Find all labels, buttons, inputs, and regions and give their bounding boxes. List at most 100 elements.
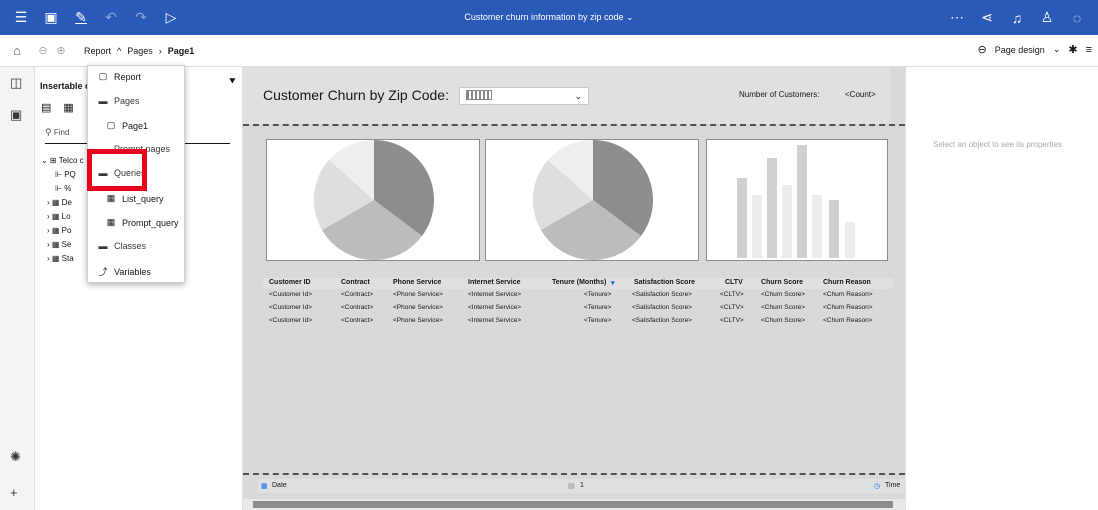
- help-icon[interactable]: ◌: [1068, 10, 1086, 26]
- menu-item-variables[interactable]: ⤴ Variables: [98, 265, 150, 278]
- redo-icon[interactable]: ↷: [132, 9, 150, 26]
- table-cell[interactable]: <Customer Id>: [269, 291, 312, 298]
- table-cell[interactable]: <Satisfaction Score>: [632, 304, 692, 311]
- user-icon[interactable]: ♙: [1038, 9, 1056, 26]
- footer-time[interactable]: Time: [885, 482, 900, 489]
- tree-item[interactable]: ⊩ %: [41, 182, 84, 196]
- breadcrumb-report[interactable]: Report: [84, 46, 111, 56]
- tab-toolbox-icon[interactable]: ▦: [63, 101, 73, 114]
- table-cell[interactable]: <Satisfaction Score>: [632, 317, 692, 324]
- table-cell[interactable]: <Contract>: [341, 304, 373, 311]
- zip-code-select[interactable]: ⌄: [459, 87, 589, 105]
- lock-icon[interactable]: ⊖: [978, 43, 987, 56]
- chevron-up-icon[interactable]: ^: [117, 46, 121, 56]
- table-cell[interactable]: <Phone Service>: [393, 304, 443, 311]
- tree-item[interactable]: ⌄ ⊞ Telco c: [41, 154, 84, 168]
- pie-chart-1[interactable]: [266, 139, 480, 261]
- table-cell[interactable]: <Tenure>: [584, 304, 611, 311]
- table-cell[interactable]: <Churn Reason>: [823, 317, 873, 324]
- table-cell[interactable]: <Internet Service>: [468, 304, 521, 311]
- table-cell[interactable]: <Churn Reason>: [823, 291, 873, 298]
- report-title-text[interactable]: Customer churn information by zip code: [464, 12, 623, 22]
- tree-item[interactable]: › ▦ De: [41, 196, 84, 210]
- column-header[interactable]: Customer ID: [269, 279, 311, 286]
- chevron-down-icon[interactable]: ⌄: [1053, 44, 1061, 55]
- home-icon[interactable]: ⌂: [8, 43, 26, 58]
- more-icon[interactable]: ⋯: [948, 9, 966, 26]
- page-design-dropdown[interactable]: Page design: [995, 45, 1045, 55]
- pie-chart-2[interactable]: [485, 139, 699, 261]
- count-placeholder[interactable]: <Count>: [845, 90, 876, 99]
- table-cell[interactable]: <CLTV>: [720, 304, 744, 311]
- table-cell[interactable]: <Contract>: [341, 317, 373, 324]
- panel-icon[interactable]: ◫: [10, 75, 22, 91]
- tree-item[interactable]: › ▦ Lo: [41, 210, 84, 224]
- undo-icon[interactable]: ↶: [102, 9, 120, 26]
- table-cell[interactable]: <Tenure>: [584, 317, 611, 324]
- tree-item[interactable]: › ▦ Se: [41, 238, 84, 252]
- tree-item[interactable]: › ▦ Sta: [41, 252, 84, 266]
- table-cell[interactable]: <Churn Score>: [761, 304, 805, 311]
- menu-item-pages[interactable]: ▬ Pages: [98, 96, 140, 106]
- tree-item[interactable]: › ▦ Po: [41, 224, 84, 238]
- tree-item[interactable]: ⊩ PQ: [41, 168, 84, 182]
- menu-item-list-query[interactable]: ▦ List_query: [106, 193, 164, 204]
- lightbulb-icon[interactable]: ✺: [10, 449, 21, 465]
- table-cell[interactable]: <Phone Service>: [393, 317, 443, 324]
- menu-item-classes[interactable]: ▬ Classes: [98, 241, 147, 251]
- column-header[interactable]: Churn Score: [761, 279, 803, 286]
- table-cell[interactable]: <Tenure>: [584, 291, 611, 298]
- sort-desc-icon[interactable]: ▾: [611, 279, 615, 287]
- save-icon[interactable]: ▣: [42, 9, 60, 26]
- chevron-down-icon[interactable]: ⌄: [626, 12, 634, 22]
- table-cell[interactable]: <Internet Service>: [468, 317, 521, 324]
- table-cell[interactable]: <Customer Id>: [269, 317, 312, 324]
- scrollbar-thumb[interactable]: [253, 501, 893, 508]
- column-header[interactable]: Satisfaction Score: [634, 279, 695, 286]
- data-icon[interactable]: ▣: [10, 107, 22, 123]
- table-cell[interactable]: <Churn Score>: [761, 317, 805, 324]
- tab-source-icon[interactable]: ▤: [41, 101, 51, 114]
- page-footer[interactable]: ▦ Date ▤ 1 ◷ Time: [258, 479, 905, 493]
- table-cell[interactable]: <CLTV>: [720, 317, 744, 324]
- table-cell[interactable]: <Contract>: [341, 291, 373, 298]
- column-header[interactable]: Contract: [341, 279, 370, 286]
- table-cell[interactable]: <Internet Service>: [468, 291, 521, 298]
- report-heading[interactable]: Customer Churn by Zip Code:: [263, 87, 449, 103]
- add-icon[interactable]: +: [10, 485, 18, 500]
- menu-item-page1[interactable]: ▢ Page1: [106, 120, 148, 131]
- share-icon[interactable]: ⋖: [978, 9, 996, 26]
- table-cell[interactable]: <Churn Reason>: [823, 304, 873, 311]
- menu-item-report[interactable]: ▢ Report: [98, 71, 141, 82]
- run-icon[interactable]: ▷: [162, 9, 180, 26]
- table-cell[interactable]: <Customer Id>: [269, 304, 312, 311]
- number-of-customers-label[interactable]: Number of Customers:: [739, 90, 819, 99]
- chevron-down-icon: ⌄: [574, 91, 582, 101]
- horizontal-scrollbar[interactable]: [243, 499, 905, 510]
- pie-chart-graphic: [313, 139, 434, 261]
- back-icon[interactable]: ⊖: [34, 44, 52, 57]
- breadcrumb-pages[interactable]: Pages: [127, 46, 153, 56]
- footer-page-number[interactable]: 1: [580, 482, 584, 489]
- footer-date[interactable]: Date: [272, 482, 287, 489]
- edit-icon[interactable]: ✎: [72, 9, 90, 26]
- breadcrumb-current[interactable]: Page1: [168, 46, 195, 56]
- bar-chart[interactable]: [706, 139, 888, 261]
- table-cell[interactable]: <CLTV>: [720, 291, 744, 298]
- menu-icon[interactable]: ☰: [12, 9, 30, 26]
- column-header[interactable]: Phone Service: [393, 279, 441, 286]
- notification-icon[interactable]: ♫: [1008, 10, 1026, 26]
- table-cell[interactable]: <Churn Score>: [761, 291, 805, 298]
- table-cell[interactable]: <Satisfaction Score>: [632, 291, 692, 298]
- column-header[interactable]: CLTV: [725, 279, 743, 286]
- list-icon[interactable]: ≡: [1086, 44, 1092, 56]
- table-cell[interactable]: <Phone Service>: [393, 291, 443, 298]
- column-header[interactable]: Churn Reason: [823, 279, 871, 286]
- pin-icon[interactable]: ⯆: [228, 76, 237, 89]
- column-header[interactable]: Tenure (Months): [552, 279, 606, 286]
- menu-item-prompt-query[interactable]: ▦ Prompt_query: [106, 217, 179, 228]
- forward-icon[interactable]: ⊕: [52, 44, 70, 57]
- column-header[interactable]: Internet Service: [468, 279, 521, 286]
- panel-title: Insertable o: [40, 81, 91, 91]
- gear-icon[interactable]: ✱: [1068, 43, 1077, 56]
